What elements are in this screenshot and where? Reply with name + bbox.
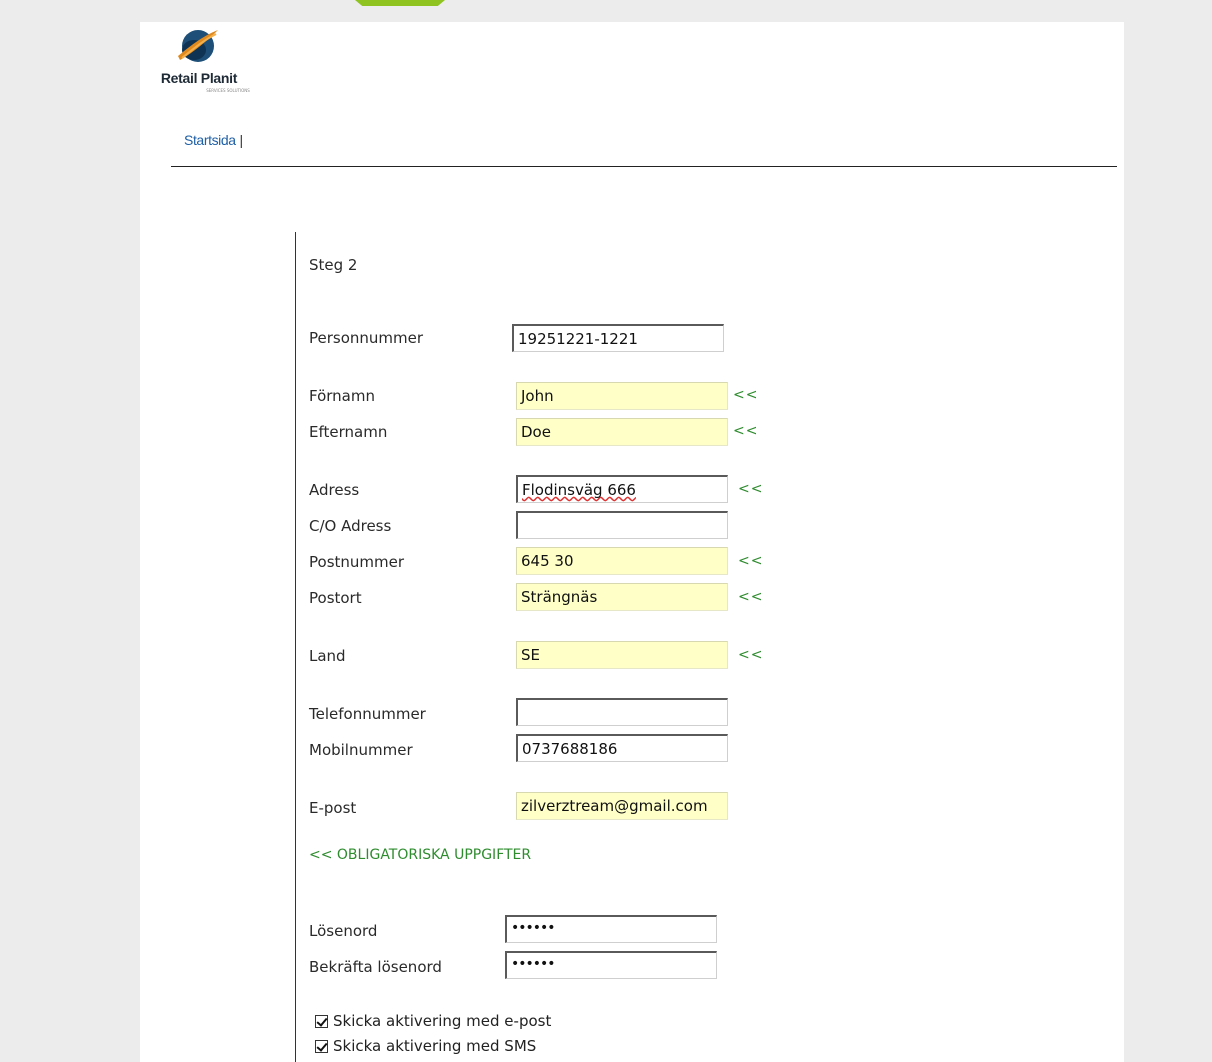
telefon-input[interactable] — [516, 698, 728, 726]
top-accent-bar — [355, 0, 445, 6]
page-container: Retail Planit SERVICES SOLUTIONS Startsi… — [140, 22, 1124, 1062]
co-adress-input[interactable] — [516, 511, 728, 539]
land-select[interactable]: SE — [516, 641, 728, 669]
adress-required-marker: << — [738, 481, 764, 497]
confirm-password-input[interactable]: •••••• — [505, 951, 717, 979]
globe-icon — [178, 30, 218, 62]
postort-input[interactable]: Strängnäs — [516, 583, 728, 611]
password-input[interactable]: •••••• — [505, 915, 717, 943]
email-activation-option[interactable]: Skicka aktivering med e-post — [315, 1012, 551, 1030]
postnummer-required-marker: << — [738, 553, 764, 569]
efternamn-label: Efternamn — [309, 423, 388, 441]
efternamn-required-marker: << — [733, 423, 759, 439]
bekrafta-label: Bekräfta lösenord — [309, 958, 442, 976]
losenord-label: Lösenord — [309, 922, 378, 940]
mobil-input[interactable]: 0737688186 — [516, 734, 728, 762]
sms-activation-label: Skicka aktivering med SMS — [333, 1037, 537, 1055]
postnummer-input[interactable]: 645 30 — [516, 547, 728, 575]
fornamn-input[interactable]: John — [516, 382, 728, 410]
adress-value: Flodinsväg 666 — [522, 481, 636, 499]
personnummer-input[interactable]: 19251221-1221 — [512, 324, 724, 352]
co-adress-label: C/O Adress — [309, 517, 392, 535]
postort-required-marker: << — [738, 589, 764, 605]
epost-input[interactable]: zilverztream@gmail.com — [516, 792, 728, 820]
epost-label: E-post — [309, 799, 357, 817]
sms-activation-option[interactable]: Skicka aktivering med SMS — [315, 1037, 536, 1055]
postort-label: Postort — [309, 589, 362, 607]
personnummer-label: Personnummer — [309, 329, 424, 347]
land-label: Land — [309, 647, 346, 665]
email-activation-label: Skicka aktivering med e-post — [333, 1012, 552, 1030]
email-activation-checkbox[interactable] — [315, 1014, 328, 1028]
fornamn-label: Förnamn — [309, 387, 375, 405]
brand-tagline: SERVICES SOLUTIONS — [206, 88, 250, 93]
efternamn-input[interactable]: Doe — [516, 418, 728, 446]
mobil-label: Mobilnummer — [309, 741, 413, 759]
top-nav: Startsida | — [184, 132, 243, 148]
nav-home-link[interactable]: Startsida — [184, 132, 236, 148]
brand-logo[interactable]: Retail Planit SERVICES SOLUTIONS — [140, 26, 258, 93]
adress-label: Adress — [309, 481, 360, 499]
header-divider — [171, 166, 1117, 167]
form-left-border — [295, 232, 296, 1062]
telefon-label: Telefonnummer — [309, 705, 426, 723]
brand-name: Retail Planit — [160, 70, 238, 86]
fornamn-required-marker: << — [733, 387, 759, 403]
land-required-marker: << — [738, 647, 764, 663]
nav-separator: | — [239, 132, 244, 148]
postnummer-label: Postnummer — [309, 553, 405, 571]
adress-input[interactable]: Flodinsväg 666 — [516, 475, 728, 503]
step-title: Steg 2 — [309, 256, 358, 274]
sms-activation-checkbox[interactable] — [315, 1039, 328, 1053]
required-fields-note: << OBLIGATORISKA UPPGIFTER — [309, 847, 532, 863]
